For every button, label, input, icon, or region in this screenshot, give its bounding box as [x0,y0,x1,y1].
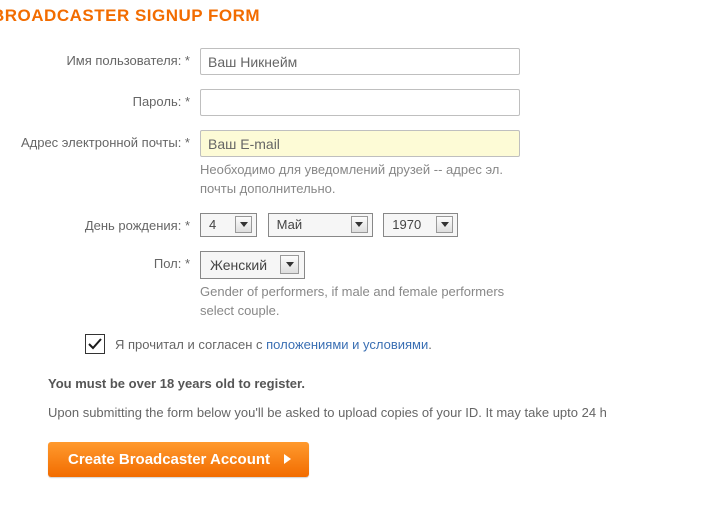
gender-select[interactable]: Женский [200,251,305,279]
password-label: Пароль: * [0,89,200,116]
arrow-right-icon [284,451,291,468]
chevron-down-icon [351,216,368,233]
email-label: Адрес электронной почты: * [0,130,200,199]
gender-hint: Gender of performers, if male and female… [200,283,540,321]
check-icon [88,338,102,350]
password-input[interactable] [200,89,520,116]
chevron-down-icon [280,255,299,274]
email-input[interactable] [200,130,520,157]
chevron-down-icon [235,216,252,233]
agree-label: Я прочитал и согласен с положениями и ус… [115,337,432,352]
birthday-year-value: 1970 [392,217,428,232]
email-hint: Необходимо для уведомлений друзей -- адр… [200,161,540,199]
birthday-month-value: Май [277,217,343,232]
age-note: You must be over 18 years old to registe… [48,376,701,391]
chevron-down-icon [436,216,453,233]
birthday-label: День рождения: * [0,213,200,237]
agree-checkbox[interactable] [85,334,105,354]
page-title: BROADCASTER SIGNUP FORM [0,6,701,26]
birthday-day-value: 4 [209,217,227,232]
gender-value: Женский [210,257,272,273]
create-account-label: Create Broadcaster Account [68,451,270,468]
birthday-year-select[interactable]: 1970 [383,213,458,237]
username-input[interactable] [200,48,520,75]
gender-label: Пол: * [0,251,200,321]
create-account-button[interactable]: Create Broadcaster Account [48,442,309,477]
birthday-month-select[interactable]: Май [268,213,373,237]
birthday-day-select[interactable]: 4 [200,213,257,237]
upload-desc: Upon submitting the form below you'll be… [48,405,701,420]
terms-link[interactable]: положениями и условиями [266,337,428,352]
username-label: Имя пользователя: * [0,48,200,75]
